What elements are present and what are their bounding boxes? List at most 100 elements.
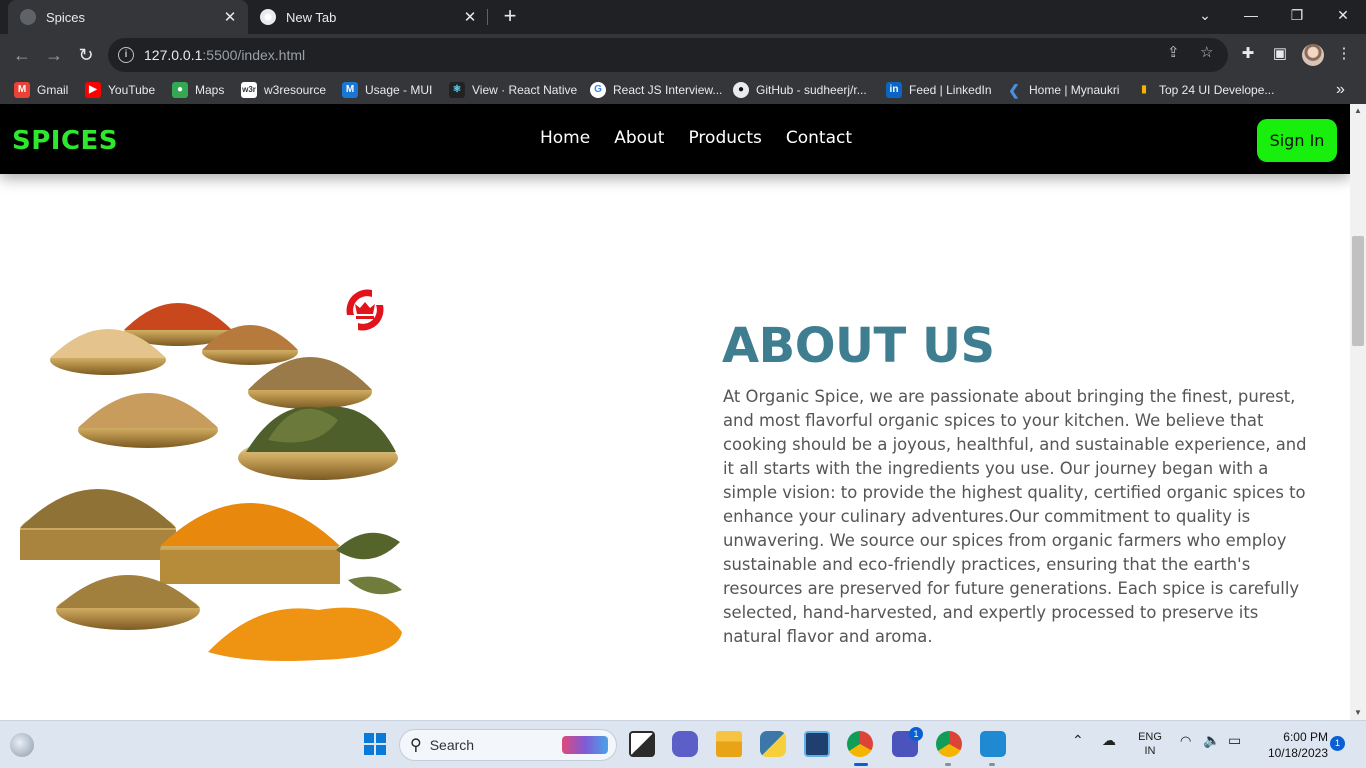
bookmark-label: Top 24 UI Develope... bbox=[1159, 83, 1275, 97]
tab-title: Spices bbox=[46, 9, 86, 25]
bookmark-label: Gmail bbox=[37, 83, 69, 97]
nav-about[interactable]: About bbox=[610, 128, 668, 148]
bookmark-youtube[interactable]: ▶ YouTube bbox=[85, 82, 155, 98]
scroll-thumb[interactable] bbox=[1352, 236, 1364, 346]
tab-new-tab[interactable]: New Tab ✕ bbox=[250, 0, 488, 34]
running-app-indicator bbox=[945, 763, 951, 766]
volume-icon[interactable]: 🔈 bbox=[1203, 732, 1220, 749]
share-icon[interactable]: ⇪ bbox=[1167, 43, 1180, 61]
scroll-down-arrow-icon[interactable]: ▼ bbox=[1350, 706, 1366, 720]
bowl-bay-leaves bbox=[238, 406, 398, 480]
url-path: :5500/index.html bbox=[202, 47, 306, 63]
bookmark-mynaukri[interactable]: ❮ Home | Mynaukri bbox=[1006, 82, 1119, 98]
sql-server-icon[interactable] bbox=[804, 731, 830, 757]
maps-icon: ● bbox=[172, 82, 188, 98]
bookmark-label: Home | Mynaukri bbox=[1029, 83, 1120, 97]
url-text: 127.0.0.1:5500/index.html bbox=[144, 47, 305, 63]
bookmark-maps[interactable]: ● Maps bbox=[172, 82, 224, 98]
bookmark-label: Maps bbox=[195, 83, 225, 97]
notification-badge[interactable]: 1 bbox=[1330, 736, 1345, 751]
battery-icon[interactable]: ▭ bbox=[1228, 732, 1241, 749]
system-clock[interactable]: 6:00 PM 10/18/2023 bbox=[1258, 729, 1328, 761]
chrome-profile-icon[interactable] bbox=[936, 731, 962, 757]
minimize-button[interactable]: — bbox=[1228, 0, 1274, 34]
site-logo[interactable]: SPICES bbox=[12, 126, 118, 156]
extensions-icon[interactable]: ✚ bbox=[1238, 44, 1258, 64]
browser-toolbar: ← → ↻ i 127.0.0.1:5500/index.html ⇪ ☆ ✚ … bbox=[0, 34, 1366, 76]
forward-button[interactable]: → bbox=[41, 42, 67, 68]
browser-tab-strip: Spices ✕ New Tab ✕ + ⌄ — ❐ ✕ bbox=[0, 0, 1366, 34]
google-icon: G bbox=[590, 82, 606, 98]
taskbar-search[interactable]: ⚲ Search bbox=[399, 729, 617, 761]
bookmark-label: YouTube bbox=[108, 83, 156, 97]
bookmark-github[interactable]: ● GitHub - sudheerj/r... bbox=[733, 82, 867, 98]
bookmark-star-icon[interactable]: ☆ bbox=[1200, 43, 1213, 61]
bookmark-top-24-ui[interactable]: ▮ Top 24 UI Develope... bbox=[1136, 82, 1274, 98]
chrome-icon[interactable] bbox=[847, 731, 873, 757]
page-scrollbar[interactable]: ▲ ▼ bbox=[1350, 104, 1366, 720]
close-icon[interactable]: ✕ bbox=[222, 8, 238, 26]
profile-avatar[interactable] bbox=[1302, 44, 1324, 66]
bowl-garam-masala bbox=[248, 357, 372, 409]
vscode-icon[interactable] bbox=[980, 731, 1006, 757]
about-description: At Organic Spice, we are passionate abou… bbox=[723, 387, 1307, 646]
reload-button[interactable]: ↻ bbox=[73, 42, 99, 68]
chevron-up-icon[interactable]: ⌃ bbox=[1072, 732, 1084, 749]
restore-button[interactable]: ❐ bbox=[1274, 0, 1320, 34]
site-nav: Home About Products Contact bbox=[536, 128, 856, 148]
scroll-up-arrow-icon[interactable]: ▲ bbox=[1350, 104, 1366, 118]
file-explorer-icon[interactable] bbox=[716, 731, 742, 757]
youtube-icon: ▶ bbox=[85, 82, 101, 98]
bookmark-gmail[interactable]: M Gmail bbox=[14, 82, 68, 98]
site-info-icon[interactable]: i bbox=[118, 47, 134, 63]
github-icon: ● bbox=[733, 82, 749, 98]
windows-logo-icon bbox=[364, 733, 386, 755]
weather-widget-icon[interactable] bbox=[10, 733, 34, 757]
bowl-ground-spice bbox=[20, 489, 176, 560]
taskbar: ⚲ Search 1 ⌃ ☁ ENG IN ◠ 🔈 ▭ 6:00 PM 10/1… bbox=[0, 720, 1366, 768]
chrome-icon bbox=[260, 9, 276, 25]
bookmark-label: w3resource bbox=[264, 83, 327, 97]
close-window-button[interactable]: ✕ bbox=[1320, 0, 1366, 34]
wifi-icon[interactable]: ◠ bbox=[1180, 733, 1191, 749]
menu-icon[interactable]: ⋮ bbox=[1334, 44, 1354, 64]
new-tab-button[interactable]: + bbox=[498, 4, 522, 30]
bookmark-w3resource[interactable]: w3r w3resource bbox=[241, 82, 326, 98]
bookmark-linkedin[interactable]: in Feed | LinkedIn bbox=[886, 82, 992, 98]
language-indicator[interactable]: ENG IN bbox=[1136, 730, 1164, 758]
more-bookmarks-icon[interactable]: » bbox=[1336, 81, 1345, 99]
windows-start-icon[interactable] bbox=[362, 731, 388, 757]
react-icon: ⚛ bbox=[449, 82, 465, 98]
tab-spices[interactable]: Spices ✕ bbox=[8, 0, 248, 34]
teams-chat-icon[interactable] bbox=[672, 731, 698, 757]
spices-image bbox=[20, 303, 402, 661]
site-header: SPICES Home About Products Contact Sign … bbox=[0, 104, 1350, 174]
nav-products[interactable]: Products bbox=[684, 128, 765, 148]
bookmark-icon: ▮ bbox=[1136, 82, 1152, 98]
task-view-icon[interactable] bbox=[629, 731, 655, 757]
python-icon[interactable] bbox=[760, 731, 786, 757]
sign-in-button[interactable]: Sign In bbox=[1257, 119, 1337, 162]
back-button[interactable]: ← bbox=[9, 42, 35, 68]
bookmark-label: GitHub - sudheerj/r... bbox=[756, 83, 867, 97]
page-viewport: SPICES Home About Products Contact Sign … bbox=[0, 104, 1350, 720]
w3resource-icon: w3r bbox=[241, 82, 257, 98]
clock-time: 6:00 PM bbox=[1283, 730, 1328, 744]
nav-contact[interactable]: Contact bbox=[782, 128, 856, 148]
globe-icon bbox=[20, 9, 36, 25]
bookmark-mui[interactable]: M Usage - MUI bbox=[342, 82, 432, 98]
bookmark-label: Feed | LinkedIn bbox=[909, 83, 992, 97]
nav-home[interactable]: Home bbox=[536, 128, 594, 148]
address-bar[interactable]: i 127.0.0.1:5500/index.html bbox=[108, 38, 1228, 72]
close-icon[interactable]: ✕ bbox=[462, 8, 478, 26]
onedrive-icon[interactable]: ☁ bbox=[1102, 732, 1116, 749]
teams-badge: 1 bbox=[909, 727, 923, 741]
bookmark-react-native[interactable]: ⚛ View · React Native bbox=[449, 82, 577, 98]
tab-search-icon[interactable]: ⌄ bbox=[1182, 0, 1228, 34]
bookmark-react-interview[interactable]: G React JS Interview... bbox=[590, 82, 722, 98]
linkedin-icon: in bbox=[886, 82, 902, 98]
search-highlight-icon bbox=[562, 736, 608, 754]
side-panel-icon[interactable]: ▣ bbox=[1270, 44, 1290, 64]
url-host: 127.0.0.1 bbox=[144, 47, 203, 63]
search-label: Search bbox=[429, 737, 475, 753]
